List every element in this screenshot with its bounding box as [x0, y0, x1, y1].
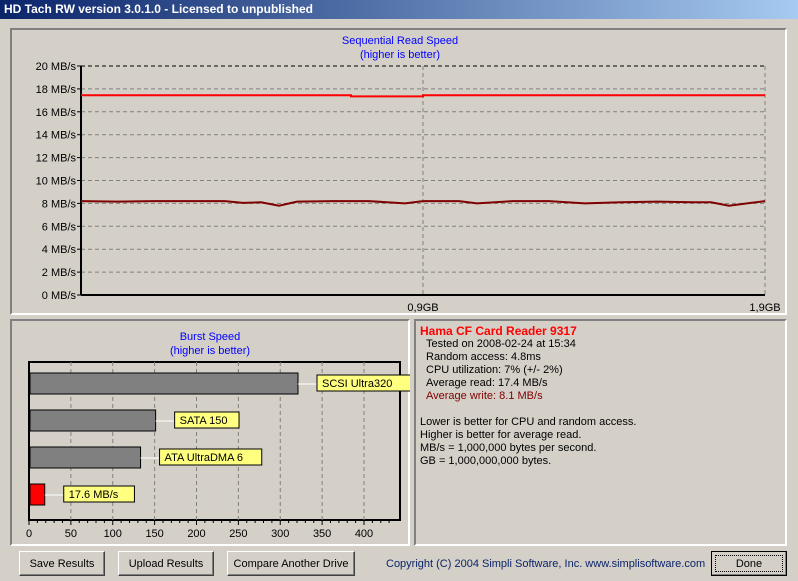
burst-bar — [29, 446, 142, 469]
x-tick-label: 0 — [26, 528, 32, 540]
cpu-utilization: CPU utilization: 7% (+/- 2%) — [426, 364, 563, 376]
bar-label: SCSI Ultra320 — [322, 378, 392, 390]
x-tick-label: 150 — [145, 528, 163, 540]
bar-label: 17.6 MB/s — [69, 489, 119, 501]
x-tick-label: 400 — [355, 528, 373, 540]
x-tick-label: 250 — [229, 528, 247, 540]
x-tick-label: 0,9GB — [407, 302, 438, 314]
note: Lower is better for CPU and random acces… — [420, 416, 637, 428]
bar-label: ATA UltraDMA 6 — [165, 452, 243, 464]
note: MB/s = 1,000,000 bytes per second. — [420, 442, 597, 454]
average-read: Average read: 17.4 MB/s — [426, 377, 548, 389]
bar-label: SATA 150 — [180, 415, 228, 427]
upload-results-button[interactable]: Upload Results — [118, 551, 214, 576]
x-tick-label: 1,9GB — [749, 302, 780, 314]
x-tick-label: 200 — [187, 528, 205, 540]
x-tick-label: 100 — [104, 528, 122, 540]
done-button[interactable]: Done — [711, 551, 787, 576]
results-panel: Hama CF Card Reader 9317 Tested on 2008-… — [414, 319, 787, 546]
random-access: Random access: 4.8ms — [426, 351, 541, 363]
note: Higher is better for average read. — [420, 429, 582, 441]
copyright-text: Copyright (C) 2004 Simpli Software, Inc.… — [386, 558, 706, 570]
average-write: Average write: 8.1 MB/s — [426, 390, 543, 402]
drive-name: Hama CF Card Reader 9317 — [420, 324, 577, 338]
compare-another-drive-button[interactable]: Compare Another Drive — [227, 551, 355, 576]
tested-date: Tested on 2008-02-24 at 15:34 — [426, 338, 576, 350]
save-results-button[interactable]: Save Results — [19, 551, 105, 576]
burst-bar — [29, 372, 299, 395]
x-tick-label: 350 — [313, 528, 331, 540]
burst-chart: 0 50 100 150 200 250 300 350 400 SCSI Ultra320 SAT… — [26, 361, 410, 540]
note: GB = 1,000,000,000 bytes. — [420, 455, 552, 467]
x-tick-label: 50 — [65, 528, 77, 540]
burst-bar — [29, 409, 157, 432]
x-tick-label: 300 — [271, 528, 289, 540]
burst-bar — [29, 483, 46, 506]
